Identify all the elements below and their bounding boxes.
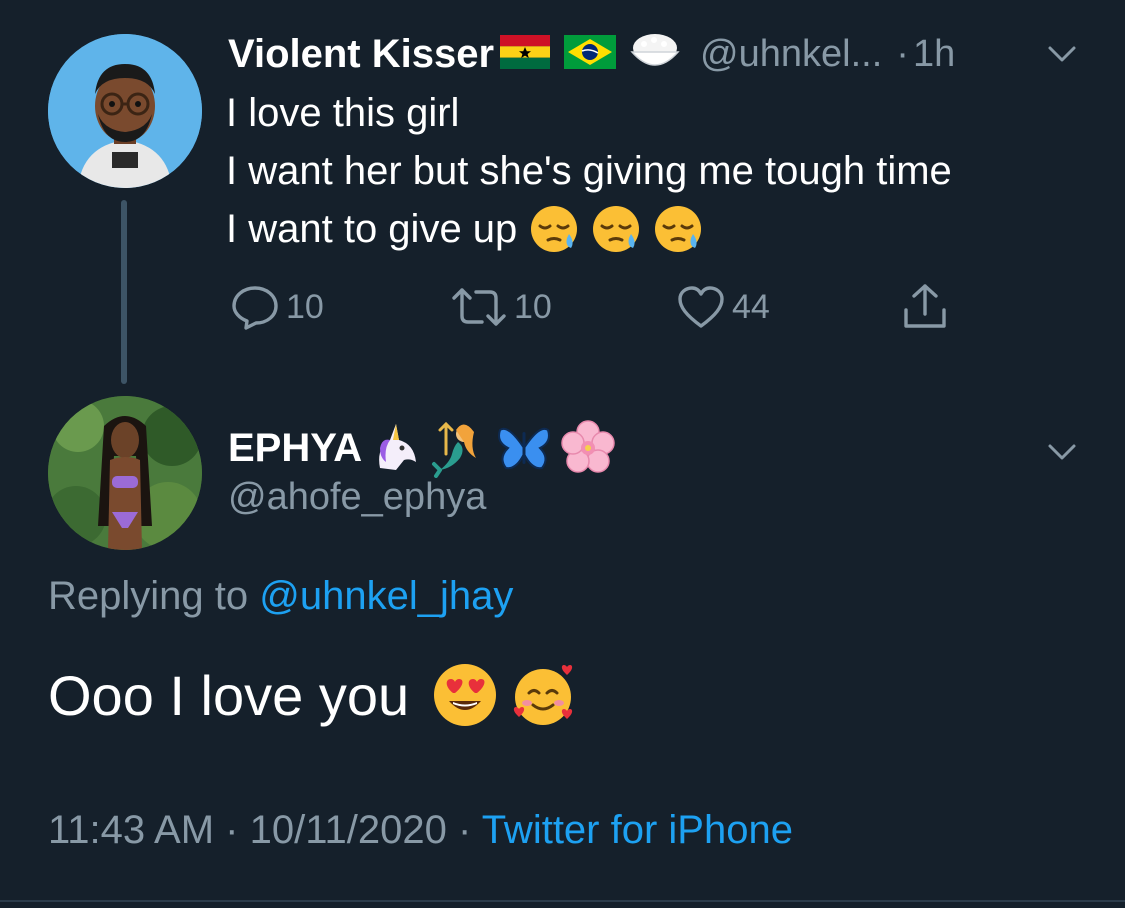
- reply-icon: [232, 286, 278, 330]
- share-icon: [904, 284, 946, 328]
- brazil-flag-icon: [564, 34, 617, 74]
- smiling-face-with-hearts-icon: [509, 661, 577, 729]
- reply-display-name[interactable]: EPHYA: [228, 426, 362, 471]
- parent-display-name[interactable]: Violent Kisser: [228, 32, 494, 77]
- reply-button[interactable]: 10: [230, 280, 324, 334]
- tweet-source-link[interactable]: Twitter for iPhone: [482, 808, 793, 852]
- parent-tweet-line-3-row: I want to give up: [226, 200, 703, 258]
- replying-to-mention-link[interactable]: @uhnkel_jhay: [259, 574, 513, 618]
- parent-timestamp[interactable]: 1h: [913, 33, 955, 76]
- memoji-avatar-icon: [48, 34, 202, 188]
- divider: [0, 900, 1125, 902]
- sleepy-face-icon: [529, 204, 579, 254]
- profile-photo-icon: [48, 396, 202, 550]
- reply-handle[interactable]: @ahofe_ephya: [228, 476, 486, 519]
- reply-avatar[interactable]: [48, 396, 202, 550]
- ghana-flag-icon: [500, 34, 551, 74]
- retweet-count: 10: [514, 287, 552, 326]
- reply-tweet-body: Ooo I love you: [48, 650, 577, 740]
- replying-to-line: Replying to @uhnkel_jhay: [48, 574, 513, 619]
- parent-tweet-line-2: I want her but she's giving me tough tim…: [226, 149, 952, 193]
- dot-separator: ·: [225, 808, 239, 852]
- dot-separator: ·: [896, 32, 909, 75]
- butterfly-icon: [494, 418, 554, 478]
- thread-connector-line: [121, 200, 127, 384]
- sleepy-face-icon: [653, 204, 703, 254]
- share-button[interactable]: [900, 280, 950, 334]
- unicorn-icon: [366, 418, 426, 478]
- like-button[interactable]: 44: [676, 280, 770, 334]
- replying-to-label: Replying to: [48, 574, 249, 618]
- tweet-date[interactable]: 10/11/2020: [250, 808, 447, 852]
- rice-bowl-icon: [628, 28, 682, 81]
- reply-more-options-chevron-icon[interactable]: [1042, 436, 1082, 466]
- parent-handle[interactable]: @uhnkel...: [700, 33, 882, 76]
- reply-count: 10: [286, 287, 324, 326]
- parent-tweet-line-1: I love this girl: [226, 91, 460, 135]
- cherry-blossom-icon: [558, 418, 618, 478]
- heart-eyes-icon: [431, 661, 499, 729]
- sleepy-face-icon: [591, 204, 641, 254]
- like-count: 44: [732, 287, 770, 326]
- parent-tweet-line-3: I want to give up: [226, 207, 518, 251]
- parent-more-options-chevron-icon[interactable]: [1042, 38, 1082, 68]
- retweet-icon: [452, 288, 506, 326]
- reply-tweet-text: Ooo I love you: [48, 663, 410, 727]
- dot-separator: ·: [457, 808, 472, 852]
- parent-tweet-header: Violent Kisser @uhnkel... · 1h: [228, 28, 1098, 80]
- retweet-button[interactable]: 10: [450, 280, 552, 334]
- mermaid-icon: [430, 418, 490, 478]
- parent-avatar[interactable]: [48, 34, 202, 188]
- tweet-time[interactable]: 11:43 AM: [48, 808, 214, 852]
- tweet-metadata: 11:43 AM · 10/11/2020 · Twitter for iPho…: [48, 808, 793, 853]
- heart-icon: [678, 286, 724, 328]
- reply-tweet-header: EPHYA: [228, 418, 618, 478]
